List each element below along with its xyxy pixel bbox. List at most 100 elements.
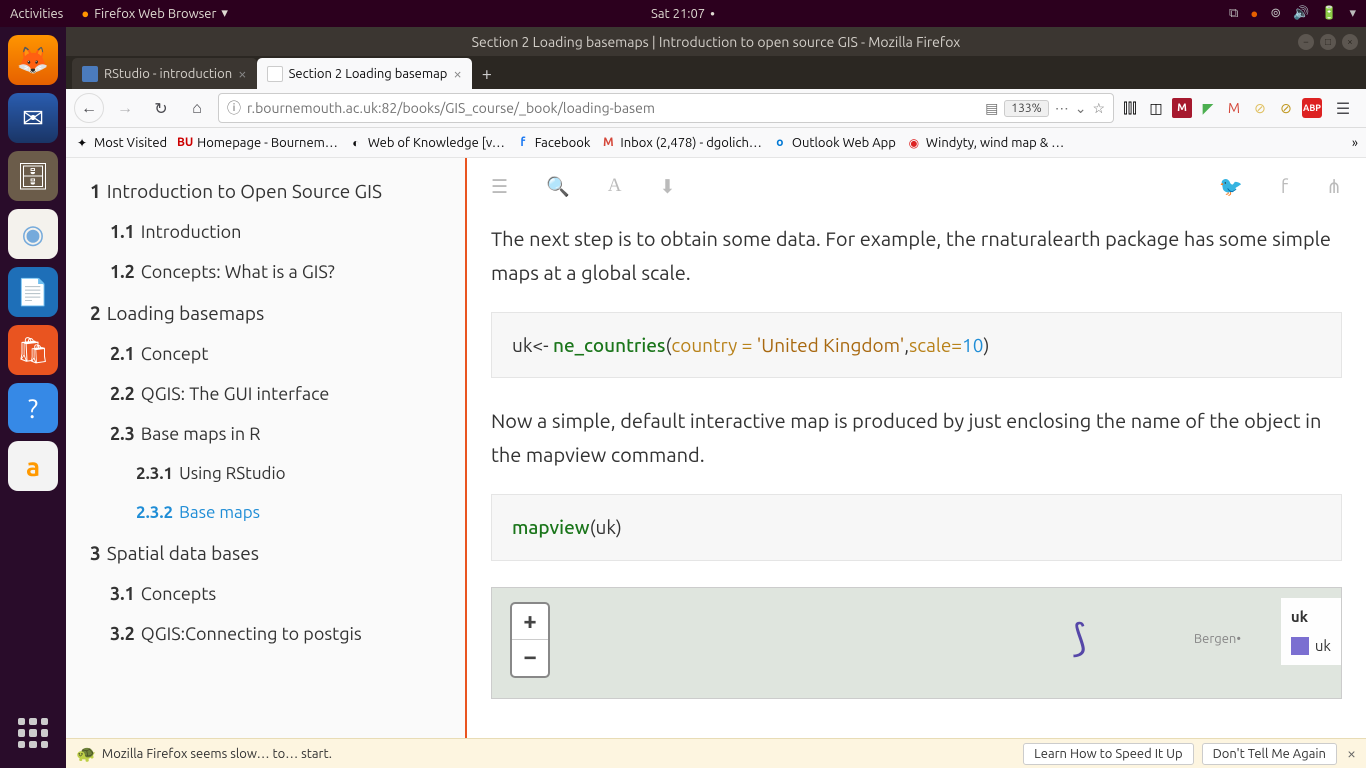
maximize-button[interactable]: □: [1320, 34, 1336, 50]
toc-item-loading-basemaps[interactable]: 2Loading basemaps: [82, 292, 449, 334]
toc-label: Loading basemaps: [107, 302, 265, 324]
toc-item-intro[interactable]: 1Introduction to Open Source GIS: [82, 170, 449, 212]
adblock-icon[interactable]: ABP: [1302, 98, 1322, 118]
extension-icon-green[interactable]: ◤: [1198, 98, 1218, 118]
download-icon[interactable]: ⬇: [659, 175, 675, 198]
minimize-button[interactable]: −: [1298, 34, 1314, 50]
chevron-down-icon[interactable]: ▾: [1349, 6, 1356, 21]
bookmark-gmail[interactable]: M Inbox (2,478) - dgolich…: [600, 135, 761, 151]
zoom-indicator[interactable]: 133%: [1004, 100, 1048, 117]
hamburger-menu[interactable]: ☰: [1328, 93, 1358, 123]
launcher-rstudio[interactable]: ◉: [8, 209, 58, 259]
toc-item-using-rstudio[interactable]: 2.3.1Using RStudio: [82, 454, 449, 493]
ublock-icon[interactable]: ⊘: [1276, 98, 1296, 118]
close-button[interactable]: ×: [1342, 34, 1358, 50]
star-icon[interactable]: ☆: [1092, 100, 1105, 117]
noscript-icon[interactable]: ⊘: [1250, 98, 1270, 118]
toc-label: Concepts: What is a GIS?: [141, 262, 335, 282]
doc-body: The next step is to obtain some data. Fo…: [467, 214, 1366, 707]
toc-item-introduction[interactable]: 1.1Introduction: [82, 212, 449, 252]
new-tab-button[interactable]: +: [472, 59, 502, 89]
launcher-thunderbird[interactable]: ✉: [8, 93, 58, 143]
page-action-icon[interactable]: ⋯: [1055, 100, 1069, 117]
dropbox-icon[interactable]: ⧉: [1229, 6, 1238, 21]
zoom-in-button[interactable]: +: [512, 604, 548, 640]
toc-item-concepts3[interactable]: 3.1Concepts: [82, 574, 449, 614]
bookmark-label: Most Visited: [94, 136, 167, 150]
launcher-writer[interactable]: 📄: [8, 267, 58, 317]
search-icon[interactable]: 🔍: [546, 175, 570, 198]
close-icon[interactable]: ×: [238, 65, 246, 82]
map-city-label: Bergen•: [1194, 628, 1241, 650]
launcher-help[interactable]: ?: [8, 383, 58, 433]
firefox-window: Section 2 Loading basemaps | Introductio…: [66, 27, 1366, 768]
launcher-files[interactable]: 🗄: [8, 151, 58, 201]
bookmarks-overflow[interactable]: »: [1352, 136, 1358, 150]
toc-item-spatial-db[interactable]: 3Spatial data bases: [82, 532, 449, 574]
battery-icon[interactable]: 🔋: [1321, 6, 1337, 21]
url-text: r.bournemouth.ac.uk:82/books/GIS_course/…: [247, 100, 979, 116]
toc-toggle-icon[interactable]: ☰: [491, 175, 508, 198]
launcher-amazon[interactable]: a: [8, 441, 58, 491]
clock[interactable]: Sat 21:07: [651, 7, 705, 21]
library-icon[interactable]: ⫿⫿⫿: [1120, 98, 1140, 118]
url-bar[interactable]: ⓘ r.bournemouth.ac.uk:82/books/GIS_cours…: [218, 93, 1114, 123]
launcher-firefox[interactable]: 🦊: [8, 35, 58, 85]
bookmark-windy[interactable]: ◉ Windyty, wind map & …: [906, 135, 1064, 151]
font-icon[interactable]: A: [608, 175, 622, 197]
volume-icon[interactable]: 🔊: [1293, 6, 1309, 21]
legend-swatch: [1291, 637, 1309, 655]
launcher-dock: 🦊 ✉ 🗄 ◉ 📄 🛍 ? a: [0, 27, 66, 768]
close-icon[interactable]: ×: [1347, 745, 1356, 763]
learn-button[interactable]: Learn How to Speed It Up: [1023, 743, 1193, 765]
reader-icon[interactable]: ▤: [985, 100, 998, 117]
share-icon[interactable]: ⋔: [1326, 175, 1342, 198]
bookmark-bournemouth[interactable]: BU Homepage - Bournem…: [177, 135, 338, 151]
tab-loading-basemaps[interactable]: Section 2 Loading basemap ×: [257, 58, 472, 89]
chevron-down-icon: ▾: [221, 6, 228, 21]
map-legend: uk uk: [1281, 598, 1341, 665]
gmail-icon[interactable]: M: [1224, 98, 1244, 118]
doc-toolbar: ☰ 🔍 A ⬇ 🐦 f ⋔: [467, 158, 1366, 214]
notification-text: Mozilla Firefox seems slow… to… start.: [102, 747, 332, 761]
wifi-icon[interactable]: ⊚: [1270, 6, 1281, 21]
map-widget[interactable]: + − ⟆ Bergen• uk uk: [491, 587, 1342, 699]
facebook-share-icon[interactable]: f: [1281, 175, 1288, 198]
paragraph: Now a simple, default interactive map is…: [491, 404, 1342, 472]
mendeley-icon[interactable]: M: [1172, 98, 1192, 118]
tab-rstudio[interactable]: RStudio - introduction ×: [72, 58, 257, 89]
launcher-show-apps[interactable]: [8, 708, 58, 758]
toc-item-concept[interactable]: 2.1Concept: [82, 334, 449, 374]
bookmark-wok[interactable]: ◐ Web of Knowledge [v…: [348, 135, 505, 151]
tab-strip: RStudio - introduction × Section 2 Loadi…: [66, 56, 1366, 89]
record-icon[interactable]: ●: [1250, 6, 1258, 21]
info-icon[interactable]: ⓘ: [227, 98, 241, 118]
app-menu[interactable]: ● Firefox Web Browser ▾: [81, 6, 228, 21]
toc-sidebar[interactable]: 1Introduction to Open Source GIS 1.1Intr…: [66, 158, 467, 768]
toc-item-qgis-postgis[interactable]: 3.2QGIS:Connecting to postgis: [82, 614, 449, 654]
toc-item-base-maps-active[interactable]: 2.3.2Base maps: [82, 493, 449, 532]
star-icon: ✦: [74, 135, 90, 151]
zoom-out-button[interactable]: −: [512, 640, 548, 676]
toc-item-basemaps-r[interactable]: 2.3Base maps in R: [82, 414, 449, 454]
doc-main[interactable]: ☰ 🔍 A ⬇ 🐦 f ⋔ The next step is to obtain…: [467, 158, 1366, 768]
toc-item-qgis-gui[interactable]: 2.2QGIS: The GUI interface: [82, 374, 449, 414]
dont-tell-button[interactable]: Don't Tell Me Again: [1202, 743, 1337, 765]
pocket-icon[interactable]: ⌄: [1075, 100, 1087, 117]
toc-item-concepts-gis[interactable]: 1.2Concepts: What is a GIS?: [82, 252, 449, 292]
bookmark-most-visited[interactable]: ✦ Most Visited: [74, 135, 167, 151]
bookmark-label: Web of Knowledge [v…: [368, 136, 505, 150]
activities-button[interactable]: Activities: [10, 7, 63, 21]
home-button[interactable]: ⌂: [182, 93, 212, 123]
window-title: Section 2 Loading basemaps | Introductio…: [472, 34, 961, 50]
forward-button[interactable]: →: [110, 93, 140, 123]
reload-button[interactable]: ↻: [146, 93, 176, 123]
toc-label: Spatial data bases: [107, 542, 259, 564]
close-icon[interactable]: ×: [453, 65, 461, 82]
twitter-icon[interactable]: 🐦: [1219, 175, 1243, 198]
bookmark-owa[interactable]: o Outlook Web App: [772, 135, 896, 151]
launcher-software[interactable]: 🛍: [8, 325, 58, 375]
sidebar-icon[interactable]: ◫: [1146, 98, 1166, 118]
back-button[interactable]: ←: [74, 93, 104, 123]
bookmark-facebook[interactable]: f Facebook: [515, 135, 591, 151]
